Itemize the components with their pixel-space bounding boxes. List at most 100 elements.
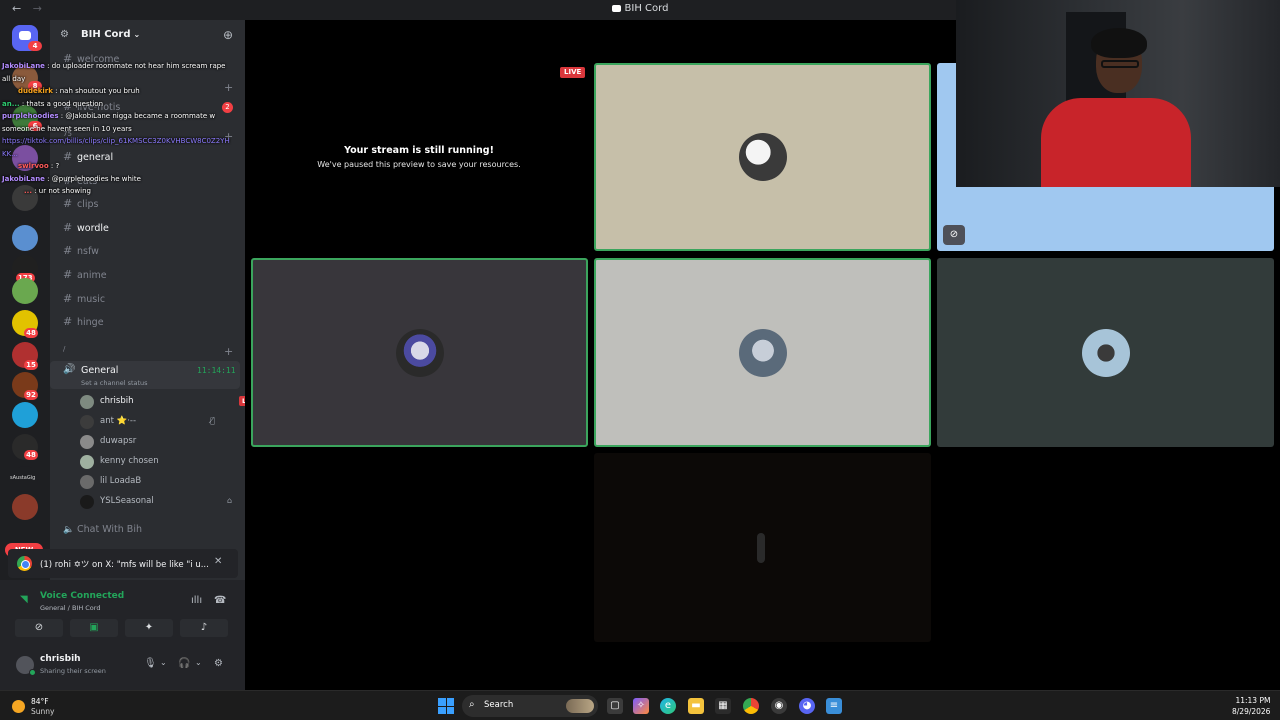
channel-clips[interactable]: # clips [63, 197, 98, 210]
taskbar-search[interactable]: ⌕ Search [462, 695, 598, 717]
chevron-down-icon[interactable]: ⌄ [195, 658, 202, 667]
server-badge: 48 [24, 328, 38, 338]
voice-user-name: chrisbih [100, 396, 134, 406]
voice-channel-chat-with-bih[interactable]: 🔈 Chat With Bih [63, 524, 142, 535]
chat-user: JakobiLane [2, 174, 45, 183]
server-icon-9[interactable]: 15 [12, 342, 38, 370]
channel-label: clips [77, 199, 99, 210]
store-icon[interactable]: ▦ [715, 698, 731, 714]
voice-connected-sub[interactable]: General / BIH Cord [40, 604, 100, 612]
task-view-icon[interactable]: ▢ [607, 698, 623, 714]
server-name: BIH Cord [81, 29, 131, 40]
activities-button[interactable]: ✦ [125, 619, 173, 637]
chat-text: : nah shoutout you bruh [55, 87, 140, 95]
avatar [80, 495, 94, 509]
chevron-down-icon[interactable]: ⌄ [160, 658, 167, 667]
paused-title: Your stream is still running! [344, 145, 494, 156]
disconnect-icon[interactable]: ☎ [214, 595, 226, 606]
settings-gear-icon[interactable]: ⚙ [214, 658, 223, 669]
voice-channel-general[interactable]: 🔊 General 11:14:11 Set a channel status [50, 361, 240, 389]
avatar [738, 328, 787, 377]
discord-icon[interactable]: ◕ [799, 698, 815, 714]
sun-icon [12, 700, 25, 713]
clock-time: 11:13 PM [1235, 696, 1271, 705]
windows-start-icon[interactable] [438, 698, 454, 714]
server-icon-10[interactable]: 92 [12, 372, 38, 400]
channel-anime[interactable]: # anime [63, 268, 107, 281]
close-icon[interactable]: ✕ [214, 556, 222, 567]
chrome-icon [17, 556, 32, 571]
noise-suppression-icon[interactable]: ıllı [191, 595, 202, 606]
voice-connected-label[interactable]: Voice Connected [40, 591, 124, 601]
chevron-down-icon: ⌄ [133, 30, 141, 39]
server-name-header[interactable]: BIH Cord ⌄ [81, 29, 140, 40]
now-playing-notification[interactable]: (1) rohi ✡ツ on X: "mfs will be like "i u… [8, 549, 238, 578]
server-icon-8[interactable]: 48 [12, 310, 38, 338]
chat-text: : @purplehoodies he white [47, 174, 141, 183]
file-explorer-icon[interactable]: ▬ [688, 698, 704, 714]
notepad-icon[interactable]: ≡ [826, 698, 842, 714]
screen-share-button[interactable]: ▣ [70, 619, 118, 637]
server-icon-13[interactable]: sAustaGig [10, 466, 38, 492]
add-channel-icon[interactable]: + [224, 345, 233, 358]
channel-status[interactable]: Set a channel status [81, 379, 148, 387]
channel-wordle[interactable]: # wordle [63, 221, 109, 234]
channel-music[interactable]: # music [63, 292, 105, 305]
hash-icon: # [63, 292, 73, 305]
chat-user: dudekirk [18, 87, 53, 95]
participant-tile[interactable] [594, 63, 931, 251]
window-title-text: BIH Cord [624, 3, 669, 14]
hash-icon: # [63, 244, 73, 257]
avatar [738, 133, 787, 181]
chat-message: purplehoodies : @JakobiLane nigga became… [2, 110, 232, 135]
camera-off-button[interactable]: ⊘ [15, 619, 63, 637]
copilot-icon[interactable]: ✧ [633, 698, 649, 714]
stream-preview-tile[interactable] [250, 63, 588, 251]
taskbar-clock[interactable]: 11:13 PM 8/29/2026 [1232, 695, 1270, 717]
chat-message: JakobiLane : @purplehoodies he white [2, 173, 232, 186]
soundboard-button[interactable]: ♪ [180, 619, 228, 637]
server-icon-7[interactable] [12, 278, 38, 304]
home-badge: 4 [28, 41, 42, 51]
weather-temp: 84°F [31, 697, 49, 706]
chat-text: : ? [50, 162, 60, 170]
participant-tile[interactable] [251, 258, 588, 447]
search-icon: ⌕ [469, 699, 475, 710]
microphone-icon[interactable]: 🎙 [144, 658, 157, 669]
server-icon-12[interactable]: 48 [12, 434, 38, 460]
server-icon-5[interactable] [12, 225, 38, 251]
channel-label: wordle [77, 223, 109, 234]
obs-icon[interactable]: ◉ [771, 698, 787, 714]
discord-logo-icon [611, 5, 621, 12]
voice-user-name: ant ⭐·-- [100, 416, 137, 426]
avatar [757, 533, 765, 563]
chrome-icon[interactable] [743, 698, 759, 714]
voice-user-name: duwapsr [100, 436, 137, 446]
channel-hinge[interactable]: # hinge [63, 315, 104, 328]
user-name[interactable]: chrisbih [40, 654, 81, 664]
chat-message: https://tiktok.com/billis/clips/clip_61K… [2, 135, 232, 160]
paused-subtitle: We've paused this preview to save your r… [317, 160, 521, 169]
participant-tile[interactable] [594, 453, 931, 642]
hash-icon: # [63, 268, 73, 281]
activities-icon: ✦ [144, 622, 154, 633]
headphones-icon[interactable]: 🎧 [178, 658, 190, 669]
server-icon-11[interactable] [12, 402, 38, 428]
channel-label: nsfw [77, 246, 99, 257]
channel-label: anime [77, 270, 107, 281]
add-user-icon[interactable]: ⊕ [223, 28, 233, 42]
camera-off-icon[interactable]: ⊘ [943, 225, 965, 245]
avatar [1081, 328, 1130, 377]
chat-user: swlrvoo [18, 162, 49, 170]
server-badge: 15 [24, 360, 38, 370]
channel-nsfw[interactable]: # nsfw [63, 244, 99, 257]
home-button[interactable]: 4 [12, 25, 42, 51]
server-icon-14[interactable] [12, 494, 38, 520]
participant-tile[interactable] [937, 258, 1274, 447]
muted-icon: 🎙̸ [210, 416, 215, 425]
edge-icon[interactable]: e [660, 698, 676, 714]
chat-link[interactable]: https://tiktok.com/billis/clips/clip_61K… [2, 137, 230, 158]
participant-tile[interactable] [594, 258, 931, 447]
category-slash[interactable]: / [63, 345, 65, 353]
voice-user-name: lil LoadaB [100, 476, 142, 486]
